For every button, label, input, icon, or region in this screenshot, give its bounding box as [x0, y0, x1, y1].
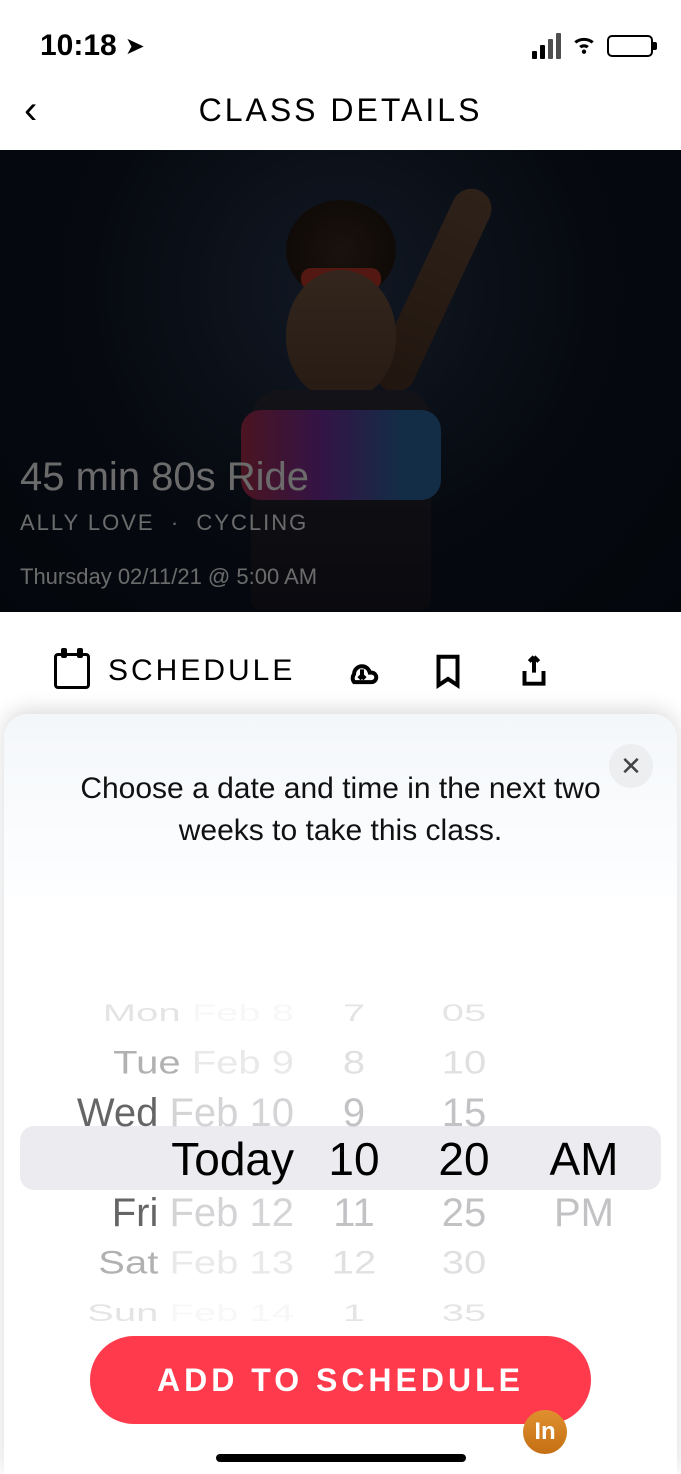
location-arrow-icon: ➤ [125, 32, 145, 61]
add-to-schedule-button[interactable]: ADD TO SCHEDULE [90, 1336, 591, 1424]
share-icon[interactable] [515, 652, 553, 690]
class-category: CYCLING [196, 510, 308, 535]
schedule-label: SCHEDULE [108, 654, 295, 688]
back-chevron-icon[interactable]: ‹ [24, 88, 37, 133]
picker-row[interactable]: Sun Feb 14135 [4, 1297, 677, 1329]
app-badge: In [523, 1410, 567, 1454]
close-button[interactable]: ✕ [609, 744, 653, 788]
class-datetime: Thursday 02/11/21 @ 5:00 AM [20, 564, 661, 590]
picker-row[interactable]: Sat Feb 131230 [4, 1241, 677, 1284]
wifi-icon [571, 30, 597, 63]
sheet-message: Choose a date and time in the next two w… [74, 768, 607, 852]
picker-row[interactable]: Today1020AM [4, 1132, 677, 1186]
calendar-icon [54, 653, 90, 689]
bookmark-icon[interactable] [429, 652, 467, 690]
picker-row[interactable]: Tue Feb 9810 [4, 1041, 677, 1084]
datetime-picker[interactable]: Mon Feb 8705Tue Feb 9810Wed Feb 10915Tod… [4, 896, 677, 1336]
close-icon: ✕ [620, 751, 642, 782]
class-instructor: ALLY LOVE [20, 510, 155, 535]
home-indicator[interactable] [216, 1454, 466, 1462]
page-title: CLASS DETAILS [199, 92, 483, 129]
schedule-button[interactable]: SCHEDULE [54, 653, 295, 689]
battery-icon [607, 35, 653, 57]
instructor-image [211, 170, 471, 610]
nav-bar: ‹ CLASS DETAILS [0, 70, 681, 150]
class-title: 45 min 80s Ride [20, 455, 661, 500]
schedule-sheet: Choose a date and time in the next two w… [4, 714, 677, 1474]
status-bar: 10:18 ➤ [0, 0, 681, 70]
class-hero: 45 min 80s Ride ALLY LOVE · CYCLING Thur… [0, 150, 681, 612]
download-icon[interactable] [343, 652, 381, 690]
picker-row[interactable]: Mon Feb 8705 [4, 997, 677, 1029]
class-actions: SCHEDULE [0, 612, 681, 730]
status-time: 10:18 [40, 29, 117, 63]
picker-row[interactable]: Fri Feb 121125PM [4, 1186, 677, 1240]
cell-signal-icon [532, 33, 561, 59]
